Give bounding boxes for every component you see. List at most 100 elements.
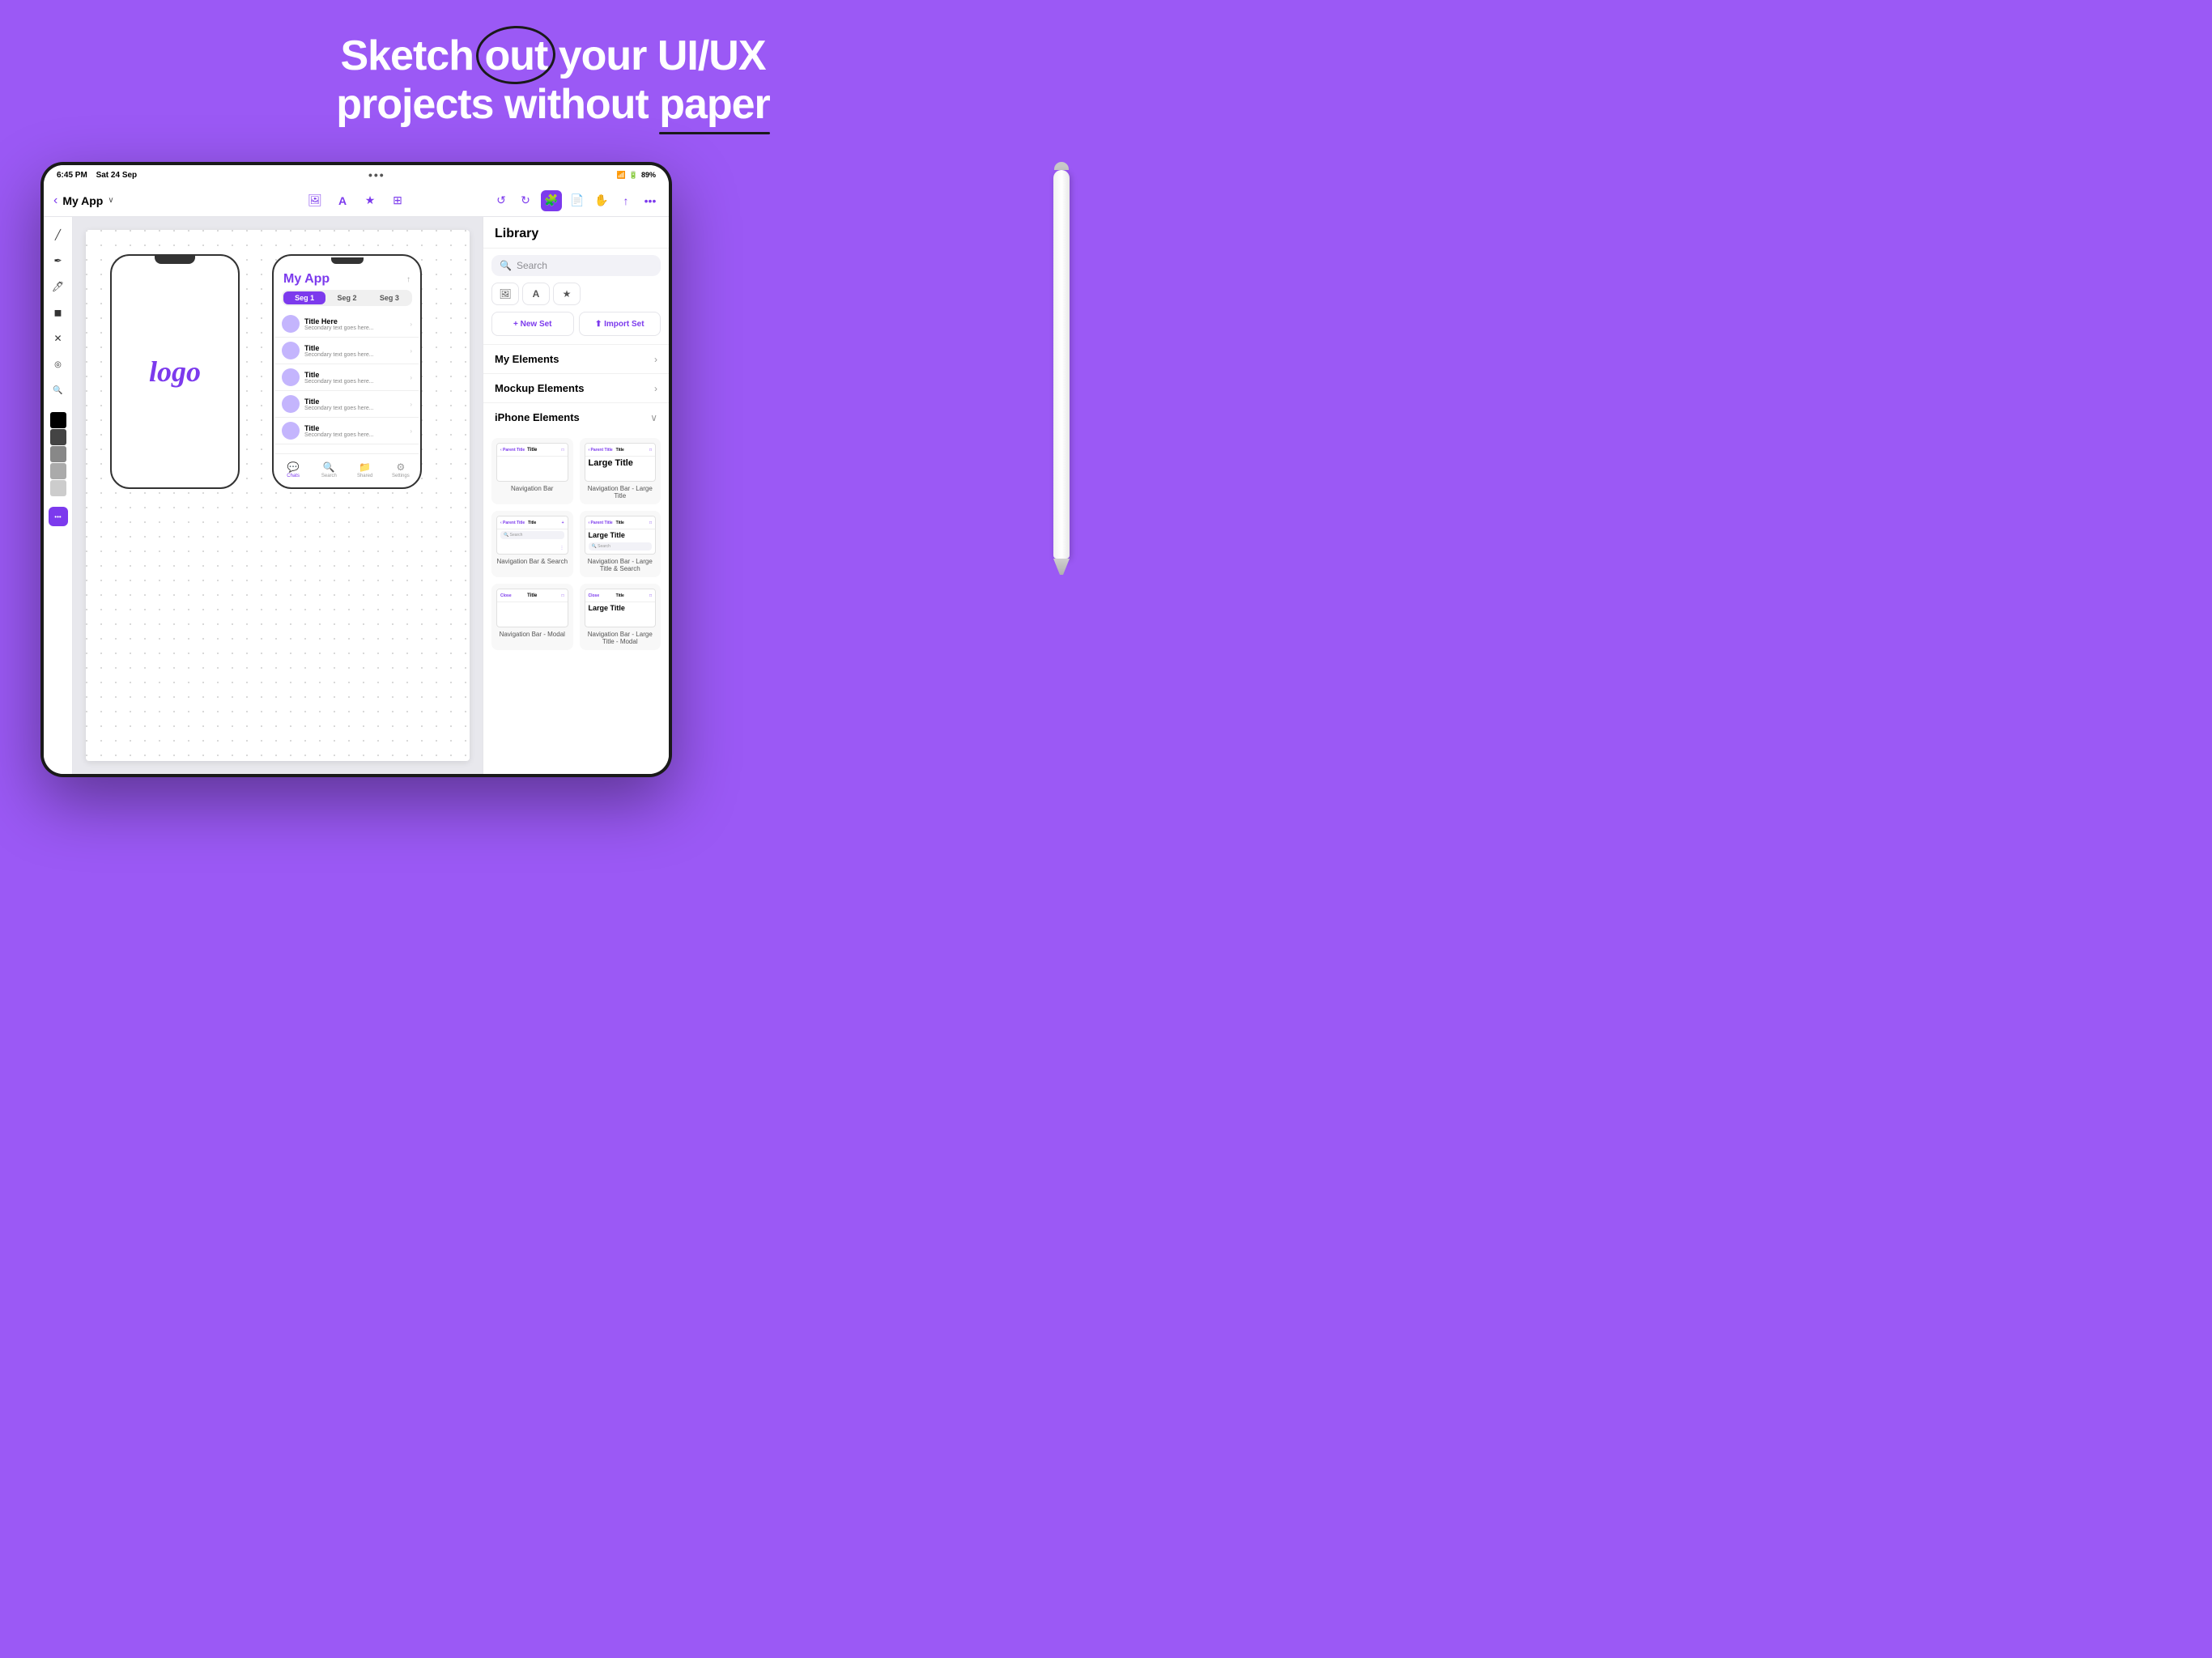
- nav-large-search-inner: ‹ Parent Title Title □: [585, 517, 656, 529]
- tab-settings[interactable]: ⚙ Settings: [383, 461, 419, 478]
- lasso-tool[interactable]: ◎: [47, 353, 70, 376]
- document-icon[interactable]: 📄: [568, 192, 586, 210]
- chevron-2: ›: [410, 374, 412, 381]
- tab-shared[interactable]: 📁 Shared: [347, 461, 383, 478]
- toolbar: ‹ My App ∨ 🖼 A ★ ⊞ ↺ ↻ 🧩 📄 ✋ ↑: [44, 185, 669, 217]
- chats-icon: 💬: [287, 461, 300, 473]
- chevron-4: ›: [410, 427, 412, 435]
- share-btn[interactable]: ↑: [406, 275, 410, 284]
- mockup-elements-section: Mockup Elements ›: [483, 373, 669, 402]
- ipad-wrapper: 6:45 PM Sat 24 Sep ••• 📶 🔋 89% ‹ My App …: [40, 162, 672, 793]
- element-nav-bar-large[interactable]: ‹ Parent Title Title □ Large Title Navig…: [580, 438, 661, 504]
- status-icons: 📶 🔋 89%: [617, 171, 656, 180]
- my-elements-header[interactable]: My Elements ›: [483, 345, 669, 373]
- seg-2[interactable]: Seg 2: [325, 291, 368, 304]
- list-item-2[interactable]: Title Secondary text goes here... ›: [275, 364, 419, 391]
- lib-filter-row: 🖼 A ★: [483, 283, 669, 312]
- my-elements-section: My Elements ›: [483, 344, 669, 373]
- back-button[interactable]: ‹: [53, 193, 57, 208]
- hero-line1: Sketch out your UI/UX: [340, 32, 765, 79]
- list-title-4: Title: [304, 424, 405, 432]
- eraser-tool[interactable]: ✕: [47, 327, 70, 350]
- nav-modal-preview: Close Title □: [496, 589, 568, 627]
- canvas-area[interactable]: logo My App ↑: [73, 217, 483, 774]
- hand-icon[interactable]: ✋: [593, 192, 610, 210]
- pen-tool[interactable]: ✒: [47, 249, 70, 272]
- new-set-button[interactable]: + New Set: [491, 312, 574, 336]
- shared-label: Shared: [357, 474, 372, 478]
- list-subtitle-0: Secondary text goes here...: [304, 325, 405, 331]
- zoom-tool[interactable]: 🔍: [47, 379, 70, 402]
- element-nav-search[interactable]: ‹ Parent Title Title + 🔍 Search ⋮ Naviga…: [491, 511, 573, 577]
- image-tool-icon[interactable]: 🖼: [306, 192, 324, 210]
- nav-modal-label: Navigation Bar - Modal: [500, 631, 565, 638]
- nav-bar-large-label: Navigation Bar - Large Title: [585, 485, 657, 500]
- search-icon-lib: 🔍: [500, 260, 512, 271]
- list-title-2: Title: [304, 371, 405, 379]
- color-light[interactable]: [50, 463, 66, 479]
- import-set-button[interactable]: ⬆ Import Set: [579, 312, 661, 336]
- nav-search-inner: ‹ Parent Title Title +: [497, 517, 568, 529]
- color-black[interactable]: [50, 412, 66, 428]
- status-time: 6:45 PM Sat 24 Sep: [57, 171, 137, 180]
- phone-notch-1: [155, 256, 195, 264]
- color-lighter[interactable]: [50, 480, 66, 496]
- app-name-dropdown[interactable]: ∨: [108, 196, 113, 205]
- share-icon[interactable]: ↑: [617, 192, 635, 210]
- phone-wireframe-1: logo: [110, 254, 240, 489]
- list-text-4: Title Secondary text goes here...: [304, 424, 405, 438]
- filter-image-btn[interactable]: 🖼: [491, 283, 519, 305]
- seg-1[interactable]: Seg 1: [283, 291, 325, 304]
- settings-label: Settings: [392, 474, 410, 478]
- brush-tool[interactable]: 🖊: [47, 275, 70, 298]
- filter-text-btn[interactable]: A: [522, 283, 550, 305]
- nav-bar-preview: ‹ Parent Title Title □: [496, 443, 568, 482]
- drawing-toolbar: ╱ ✒ 🖊 ◼ ✕ ◎ 🔍 •••: [44, 217, 73, 774]
- large-title-text: Large Title: [585, 457, 656, 470]
- search-preview-bar: 🔍 Search: [500, 531, 564, 539]
- phone2-header: My App ↑: [275, 266, 419, 290]
- grid-tool-icon[interactable]: ⊞: [389, 192, 406, 210]
- element-nav-bar[interactable]: ‹ Parent Title Title □ Navigation Bar: [491, 438, 573, 504]
- pencil-tool[interactable]: ╱: [47, 223, 70, 246]
- status-center-dots: •••: [368, 168, 385, 181]
- avatar-0: [282, 315, 300, 333]
- text-tool-icon[interactable]: A: [334, 192, 351, 210]
- list-text-1: Title Secondary text goes here...: [304, 344, 405, 358]
- highlighter-tool[interactable]: ◼: [47, 301, 70, 324]
- battery-icon: 🔋: [629, 171, 638, 180]
- undo-icon[interactable]: ↺: [492, 192, 510, 210]
- star-tool-icon[interactable]: ★: [361, 192, 379, 210]
- status-bar: 6:45 PM Sat 24 Sep ••• 📶 🔋 89%: [44, 165, 669, 185]
- avatar-2: [282, 368, 300, 386]
- hero-title: Sketch out your UI/UX projects without p…: [0, 32, 1106, 130]
- list-text-3: Title Secondary text goes here...: [304, 397, 405, 411]
- iphone-elements-title: iPhone Elements: [495, 411, 580, 423]
- filter-star-btn[interactable]: ★: [553, 283, 581, 305]
- color-mid[interactable]: [50, 446, 66, 462]
- element-nav-large-search[interactable]: ‹ Parent Title Title □ Large Title 🔍 Sea…: [580, 511, 661, 577]
- app-name-label: My App: [62, 194, 103, 207]
- puzzle-icon[interactable]: 🧩: [541, 190, 562, 211]
- element-nav-modal[interactable]: Close Title □ Navigation Bar - Modal: [491, 584, 573, 650]
- list-item-3[interactable]: Title Secondary text goes here... ›: [275, 391, 419, 418]
- tab-chats[interactable]: 💬 Chats: [275, 461, 311, 478]
- more-tools-btn[interactable]: •••: [49, 507, 68, 526]
- list-item-1[interactable]: Title Secondary text goes here... ›: [275, 338, 419, 364]
- list-subtitle-1: Secondary text goes here...: [304, 352, 405, 358]
- redo-icon[interactable]: ↻: [517, 192, 534, 210]
- mockup-elements-header[interactable]: Mockup Elements ›: [483, 374, 669, 402]
- list-item-0[interactable]: Title Here Secondary text goes here... ›: [275, 311, 419, 338]
- pencil-top: [1054, 162, 1069, 170]
- more-icon[interactable]: •••: [641, 192, 659, 210]
- list-item-4[interactable]: Title Secondary text goes here... ›: [275, 418, 419, 444]
- library-search-bar[interactable]: 🔍 Search: [491, 255, 661, 276]
- hero-underline: paper: [659, 81, 770, 130]
- search-icon: 🔍: [323, 461, 335, 473]
- color-dark[interactable]: [50, 429, 66, 445]
- seg-3[interactable]: Seg 3: [368, 291, 410, 304]
- tab-search[interactable]: 🔍 Search: [311, 461, 347, 478]
- pencil-body: [1053, 170, 1070, 559]
- iphone-elements-header[interactable]: iPhone Elements ∨: [483, 403, 669, 432]
- element-nav-large-modal[interactable]: Close Title □ Large Title Navigation Bar…: [580, 584, 661, 650]
